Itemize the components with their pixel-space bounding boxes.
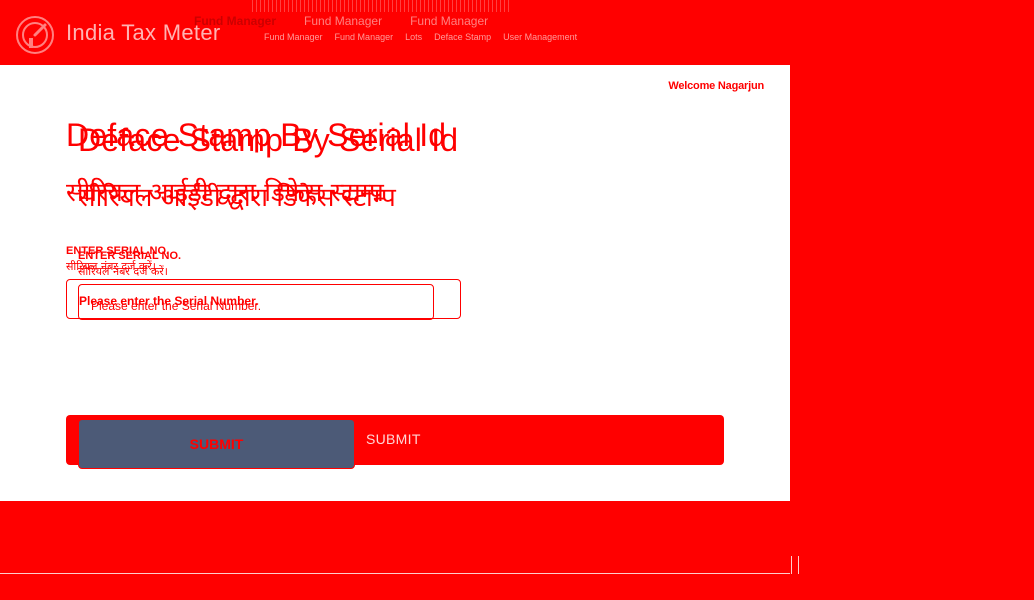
serial-input-placeholder-shadow: Please enter the Serial Number. [91,299,262,313]
main-panel: Welcome Nagarjun Deface Stamp By Serial … [0,65,790,501]
nav-secondary: Fund Manager Fund Manager Lots Deface St… [264,32,577,42]
top-header: India Tax Meter Fund Manager Fund Manage… [0,0,1034,65]
welcome-message: Welcome Nagarjun [668,80,764,92]
nav-primary: Fund Manager Fund Manager Fund Manager [194,14,488,28]
nav-item-fund-manager[interactable]: Fund Manager [194,14,276,28]
nav-item-fund-manager-3[interactable]: Fund Manager [410,14,488,28]
header-hatch-decoration [252,0,512,12]
page-title-shadow: Deface Stamp By Serial Id [78,122,459,158]
nav-item-fund-manager-2[interactable]: Fund Manager [304,14,382,28]
nav-sub-deface-stamp[interactable]: Deface Stamp [434,32,491,42]
nav-sub-fund-manager[interactable]: Fund Manager [264,32,323,42]
serial-label-shadow: ENTER SERIAL NO. सीरियल नंबर दर्ज करें। [78,250,181,278]
serial-label-en-shadow: ENTER SERIAL NO. [78,250,182,262]
page-title-hindi-shadow: सीरियल आईडी द्वारा डिफेस स्टाम्प [78,183,396,213]
meter-logo-icon[interactable] [14,14,56,56]
nav-sub-fund-manager-2[interactable]: Fund Manager [335,32,394,42]
scroll-handle[interactable] [791,556,799,574]
nav-sub-user-management[interactable]: User Management [503,32,577,42]
serial-label-hi-shadow: सीरियल नंबर दर्ज करें। [78,265,168,278]
nav-sub-lots[interactable]: Lots [405,32,422,42]
submit-button[interactable]: SUBMIT [78,419,355,469]
submit-label-shadow: SUBMIT [366,431,421,447]
footer-divider [0,573,790,574]
